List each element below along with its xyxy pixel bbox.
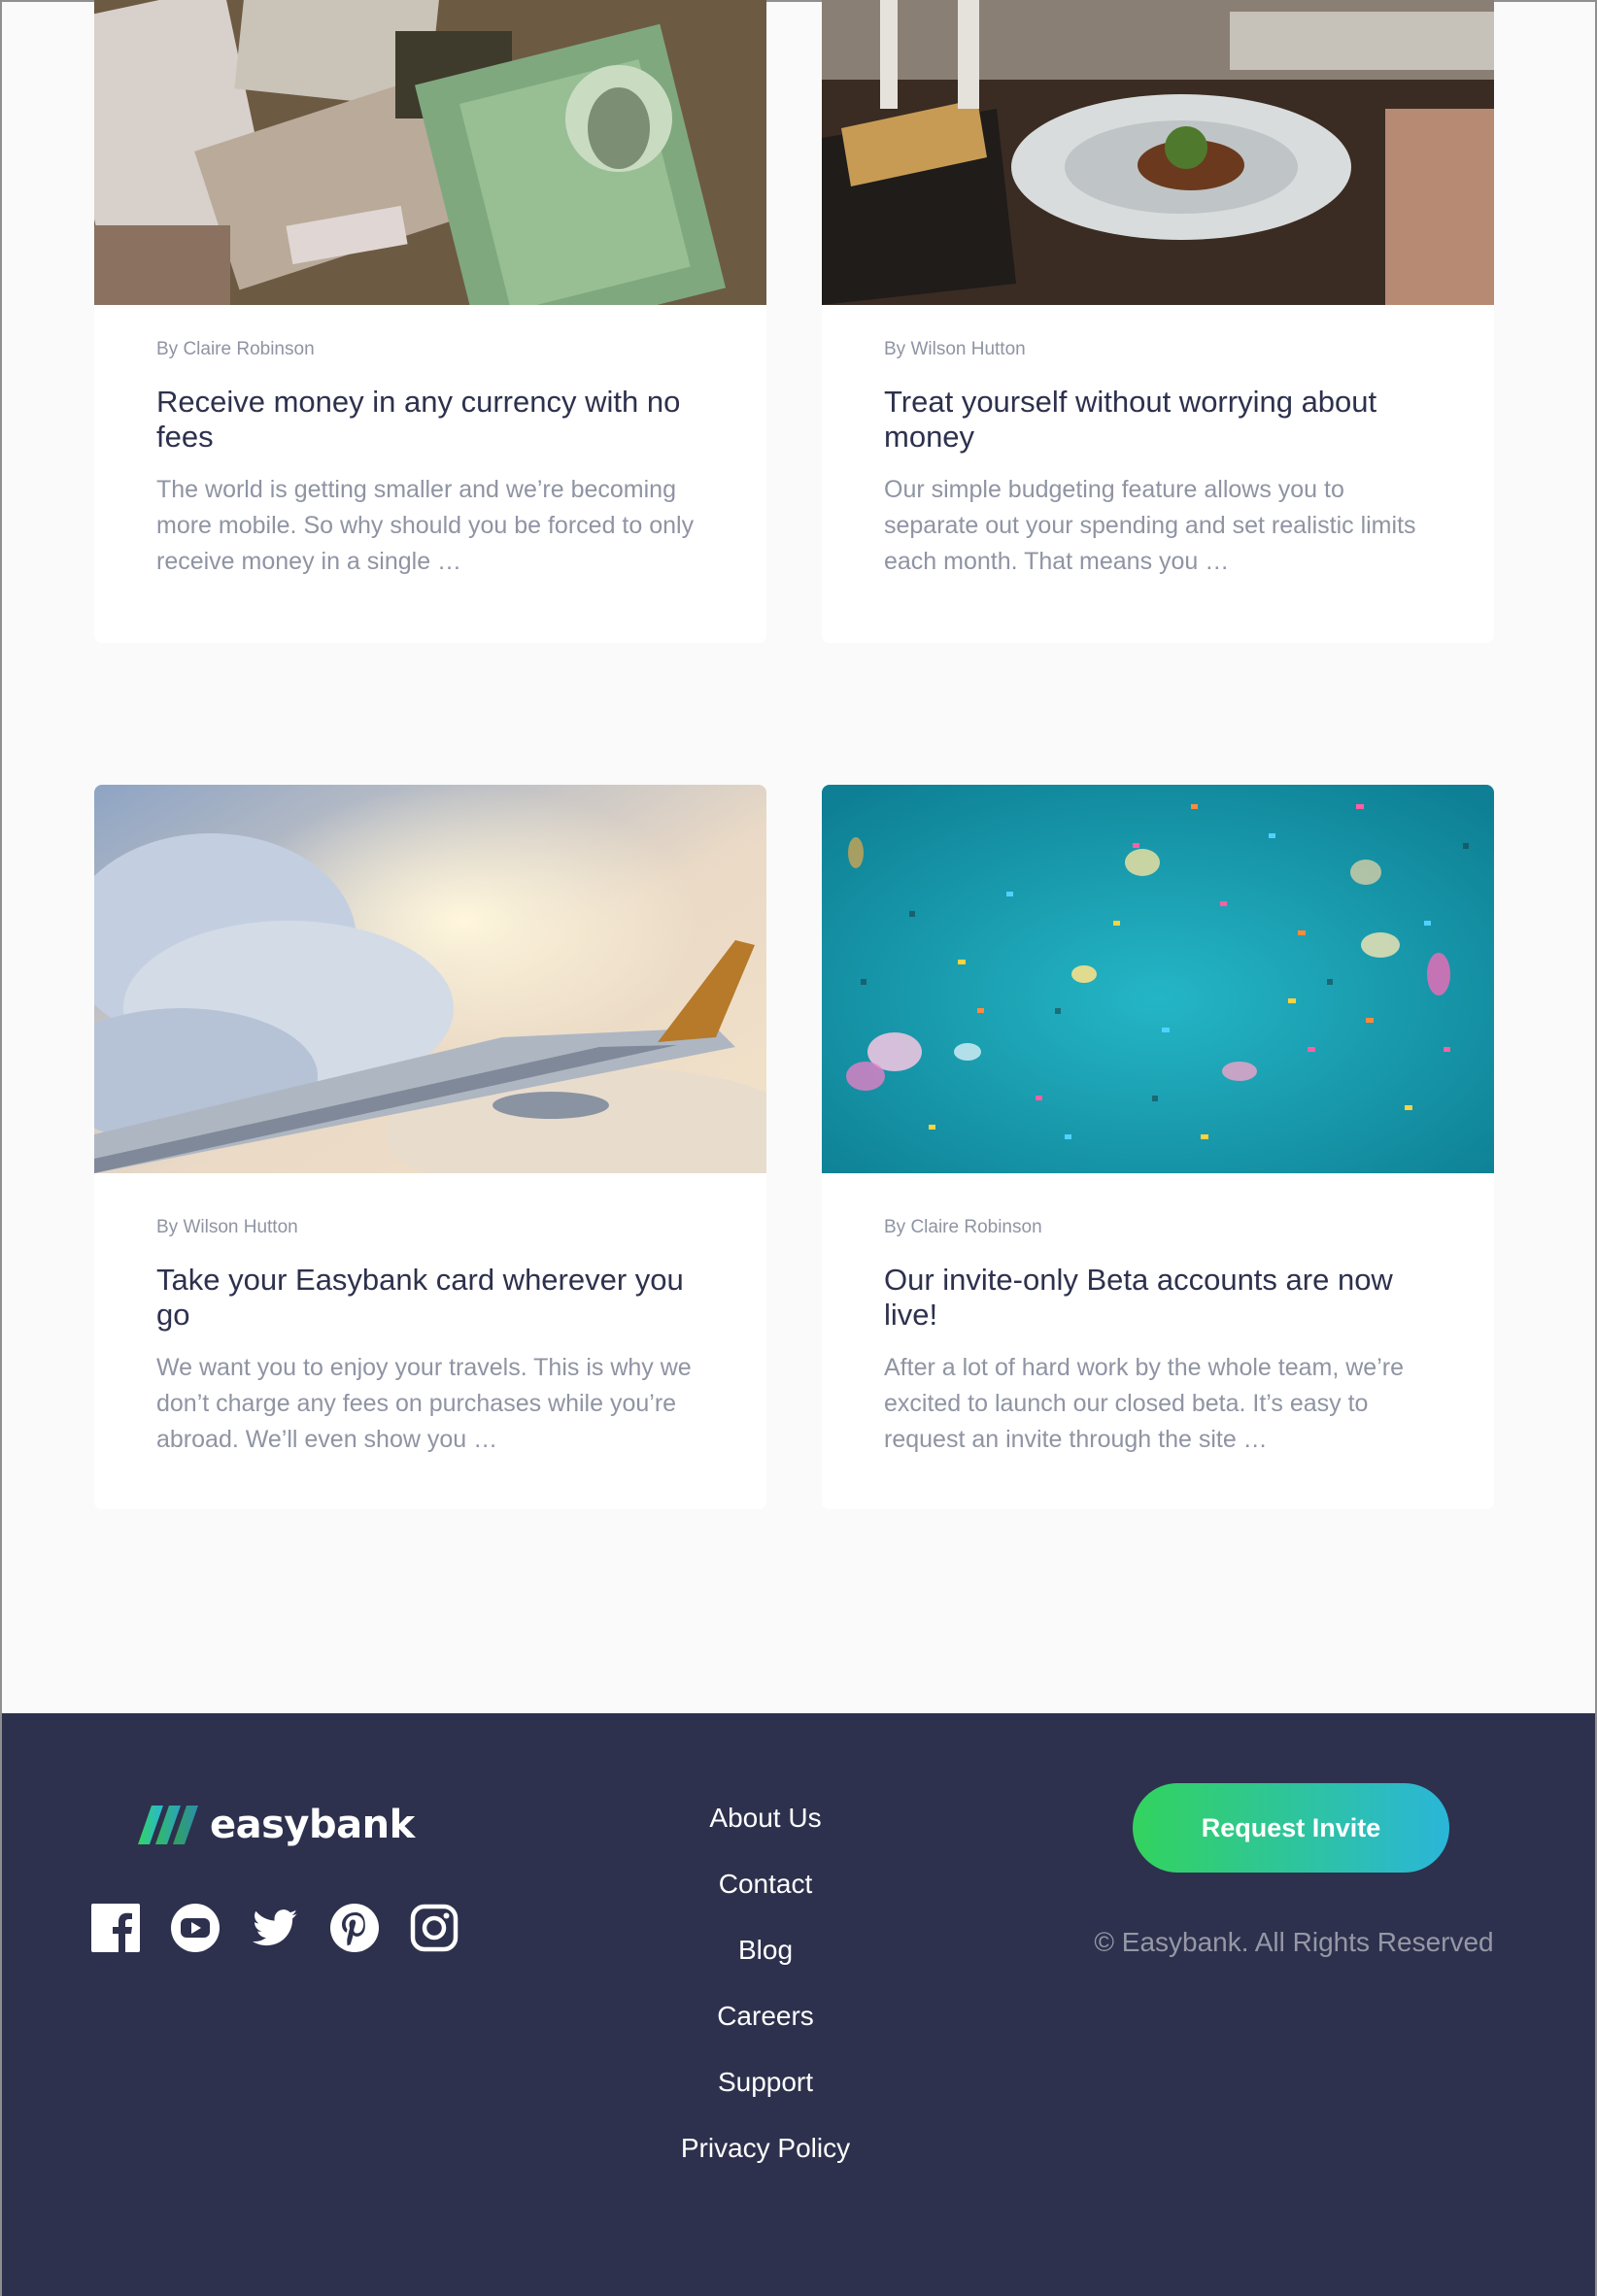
- article-card[interactable]: By Wilson Hutton Treat yourself without …: [822, 0, 1494, 643]
- article-title[interactable]: Receive money in any currency with no fe…: [156, 385, 712, 455]
- airplane-wing-image[interactable]: [94, 785, 766, 1173]
- article-excerpt: Our simple budgeting feature allows you …: [884, 476, 1416, 575]
- article-excerpt: We want you to enjoy your travels. This …: [156, 1354, 692, 1453]
- footer-link-privacy-policy[interactable]: Privacy Policy: [624, 2131, 907, 2197]
- currency-notes-image[interactable]: [94, 0, 766, 305]
- social-links: [91, 1904, 459, 1952]
- articles-section: By Claire Robinson Receive money in any …: [2, 0, 1595, 1713]
- article-card[interactable]: By Claire Robinson Receive money in any …: [94, 0, 766, 643]
- copyright-text: © Easybank. All Rights Reserved: [1094, 1927, 1494, 1957]
- article-excerpt: The world is getting smaller and we’re b…: [156, 476, 695, 575]
- article-body: By Wilson Hutton Treat yourself without …: [884, 338, 1440, 580]
- article-author: By Wilson Hutton: [884, 339, 1026, 359]
- easybank-logo[interactable]: easybank: [138, 1803, 415, 1847]
- footer-link-about-us[interactable]: About Us: [624, 1801, 907, 1867]
- article-body: By Wilson Hutton Take your Easybank card…: [156, 1216, 712, 1458]
- youtube-icon[interactable]: [171, 1904, 220, 1952]
- article-card[interactable]: By Wilson Hutton Take your Easybank card…: [94, 785, 766, 1509]
- footer-links: About Us Contact Blog Careers Support Pr…: [624, 1801, 907, 2197]
- article-title[interactable]: Treat yourself without worrying about mo…: [884, 385, 1440, 455]
- article-author: By Claire Robinson: [884, 1217, 1042, 1237]
- logo-mark-icon: [138, 1806, 198, 1844]
- facebook-icon[interactable]: [91, 1904, 140, 1952]
- footer-link-blog[interactable]: Blog: [624, 1933, 907, 1999]
- article-body: By Claire Robinson Receive money in any …: [156, 338, 712, 580]
- restaurant-dinner-image[interactable]: [822, 0, 1494, 305]
- site-footer: easybank About Us Contact Blog Careers S…: [2, 1713, 1595, 2296]
- article-excerpt: After a lot of hard work by the whole te…: [884, 1354, 1404, 1453]
- pinterest-icon[interactable]: [330, 1904, 379, 1952]
- article-title[interactable]: Our invite-only Beta accounts are now li…: [884, 1263, 1440, 1333]
- article-title[interactable]: Take your Easybank card wherever you go: [156, 1263, 712, 1333]
- article-author: By Wilson Hutton: [156, 1217, 298, 1237]
- logo-wordmark: easybank: [210, 1803, 415, 1847]
- article-card[interactable]: By Claire Robinson Our invite-only Beta …: [822, 785, 1494, 1509]
- instagram-icon[interactable]: [410, 1904, 459, 1952]
- footer-link-contact[interactable]: Contact: [624, 1867, 907, 1933]
- twitter-icon[interactable]: [251, 1904, 299, 1952]
- footer-link-support[interactable]: Support: [624, 2065, 907, 2131]
- confetti-image[interactable]: [822, 785, 1494, 1173]
- article-body: By Claire Robinson Our invite-only Beta …: [884, 1216, 1440, 1458]
- article-author: By Claire Robinson: [156, 339, 315, 359]
- request-invite-button[interactable]: Request Invite: [1133, 1783, 1449, 1873]
- footer-link-careers[interactable]: Careers: [624, 1999, 907, 2065]
